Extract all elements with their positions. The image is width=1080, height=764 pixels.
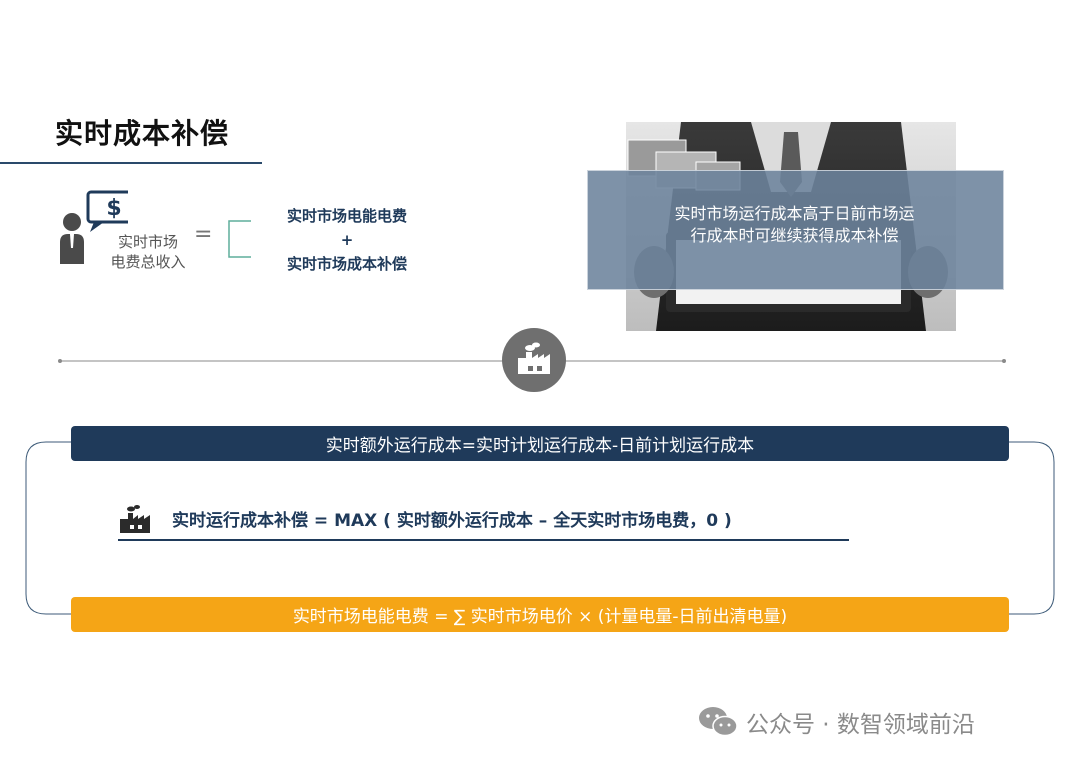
dollar-icon: $ — [106, 196, 121, 221]
photo-caption-line1: 实时市场运行成本高于日前市场运 — [674, 204, 915, 223]
term-cost-compensation: 实时市场成本补偿 — [286, 255, 407, 273]
revenue-components: 实时市场电能电费 + 实时市场成本补偿 — [262, 204, 432, 276]
energy-fee-formula-bar: 实时市场电能电费 = ∑ 实时市场电价 × (计量电量-日前出清电量) — [71, 597, 1009, 632]
extra-cost-formula-bar: 实时额外运行成本=实时计划运行成本-日前计划运行成本 — [71, 426, 1009, 461]
title-underline — [0, 162, 262, 164]
factory-icon — [120, 505, 150, 533]
wechat-icon — [699, 707, 738, 737]
formula-underline — [118, 539, 849, 541]
factory-icon-circle — [502, 328, 566, 392]
bracket-icon — [228, 220, 251, 258]
term-energy-fee: 实时市场电能电费 — [286, 207, 407, 225]
energy-fee-formula: 实时市场电能电费 = ∑ 实时市场电价 × (计量电量-日前出清电量) — [292, 607, 788, 627]
plus-sign: + — [340, 231, 354, 249]
revenue-label-line2: 电费总收入 — [110, 253, 186, 271]
equals-sign: = — [194, 222, 213, 247]
revenue-label: 实时市场 电费总收入 — [103, 232, 193, 272]
extra-cost-formula: 实时额外运行成本=实时计划运行成本-日前计划运行成本 — [325, 436, 755, 456]
compensation-formula: 实时运行成本补偿 = MAX ( 实时额外运行成本 – 全天实时市场电费，0 ) — [172, 511, 732, 531]
page-title: 实时成本补偿 — [55, 117, 230, 150]
revenue-label-line1: 实时市场 — [117, 233, 178, 251]
photo-caption-line2: 行成本时可继续获得成本补偿 — [690, 226, 899, 245]
photo-caption: 实时市场运行成本高于日前市场运 行成本时可继续获得成本补偿 — [587, 203, 1002, 247]
watermark-text: 公众号 · 数智领域前沿 — [746, 712, 975, 738]
factory-icon — [518, 342, 550, 374]
